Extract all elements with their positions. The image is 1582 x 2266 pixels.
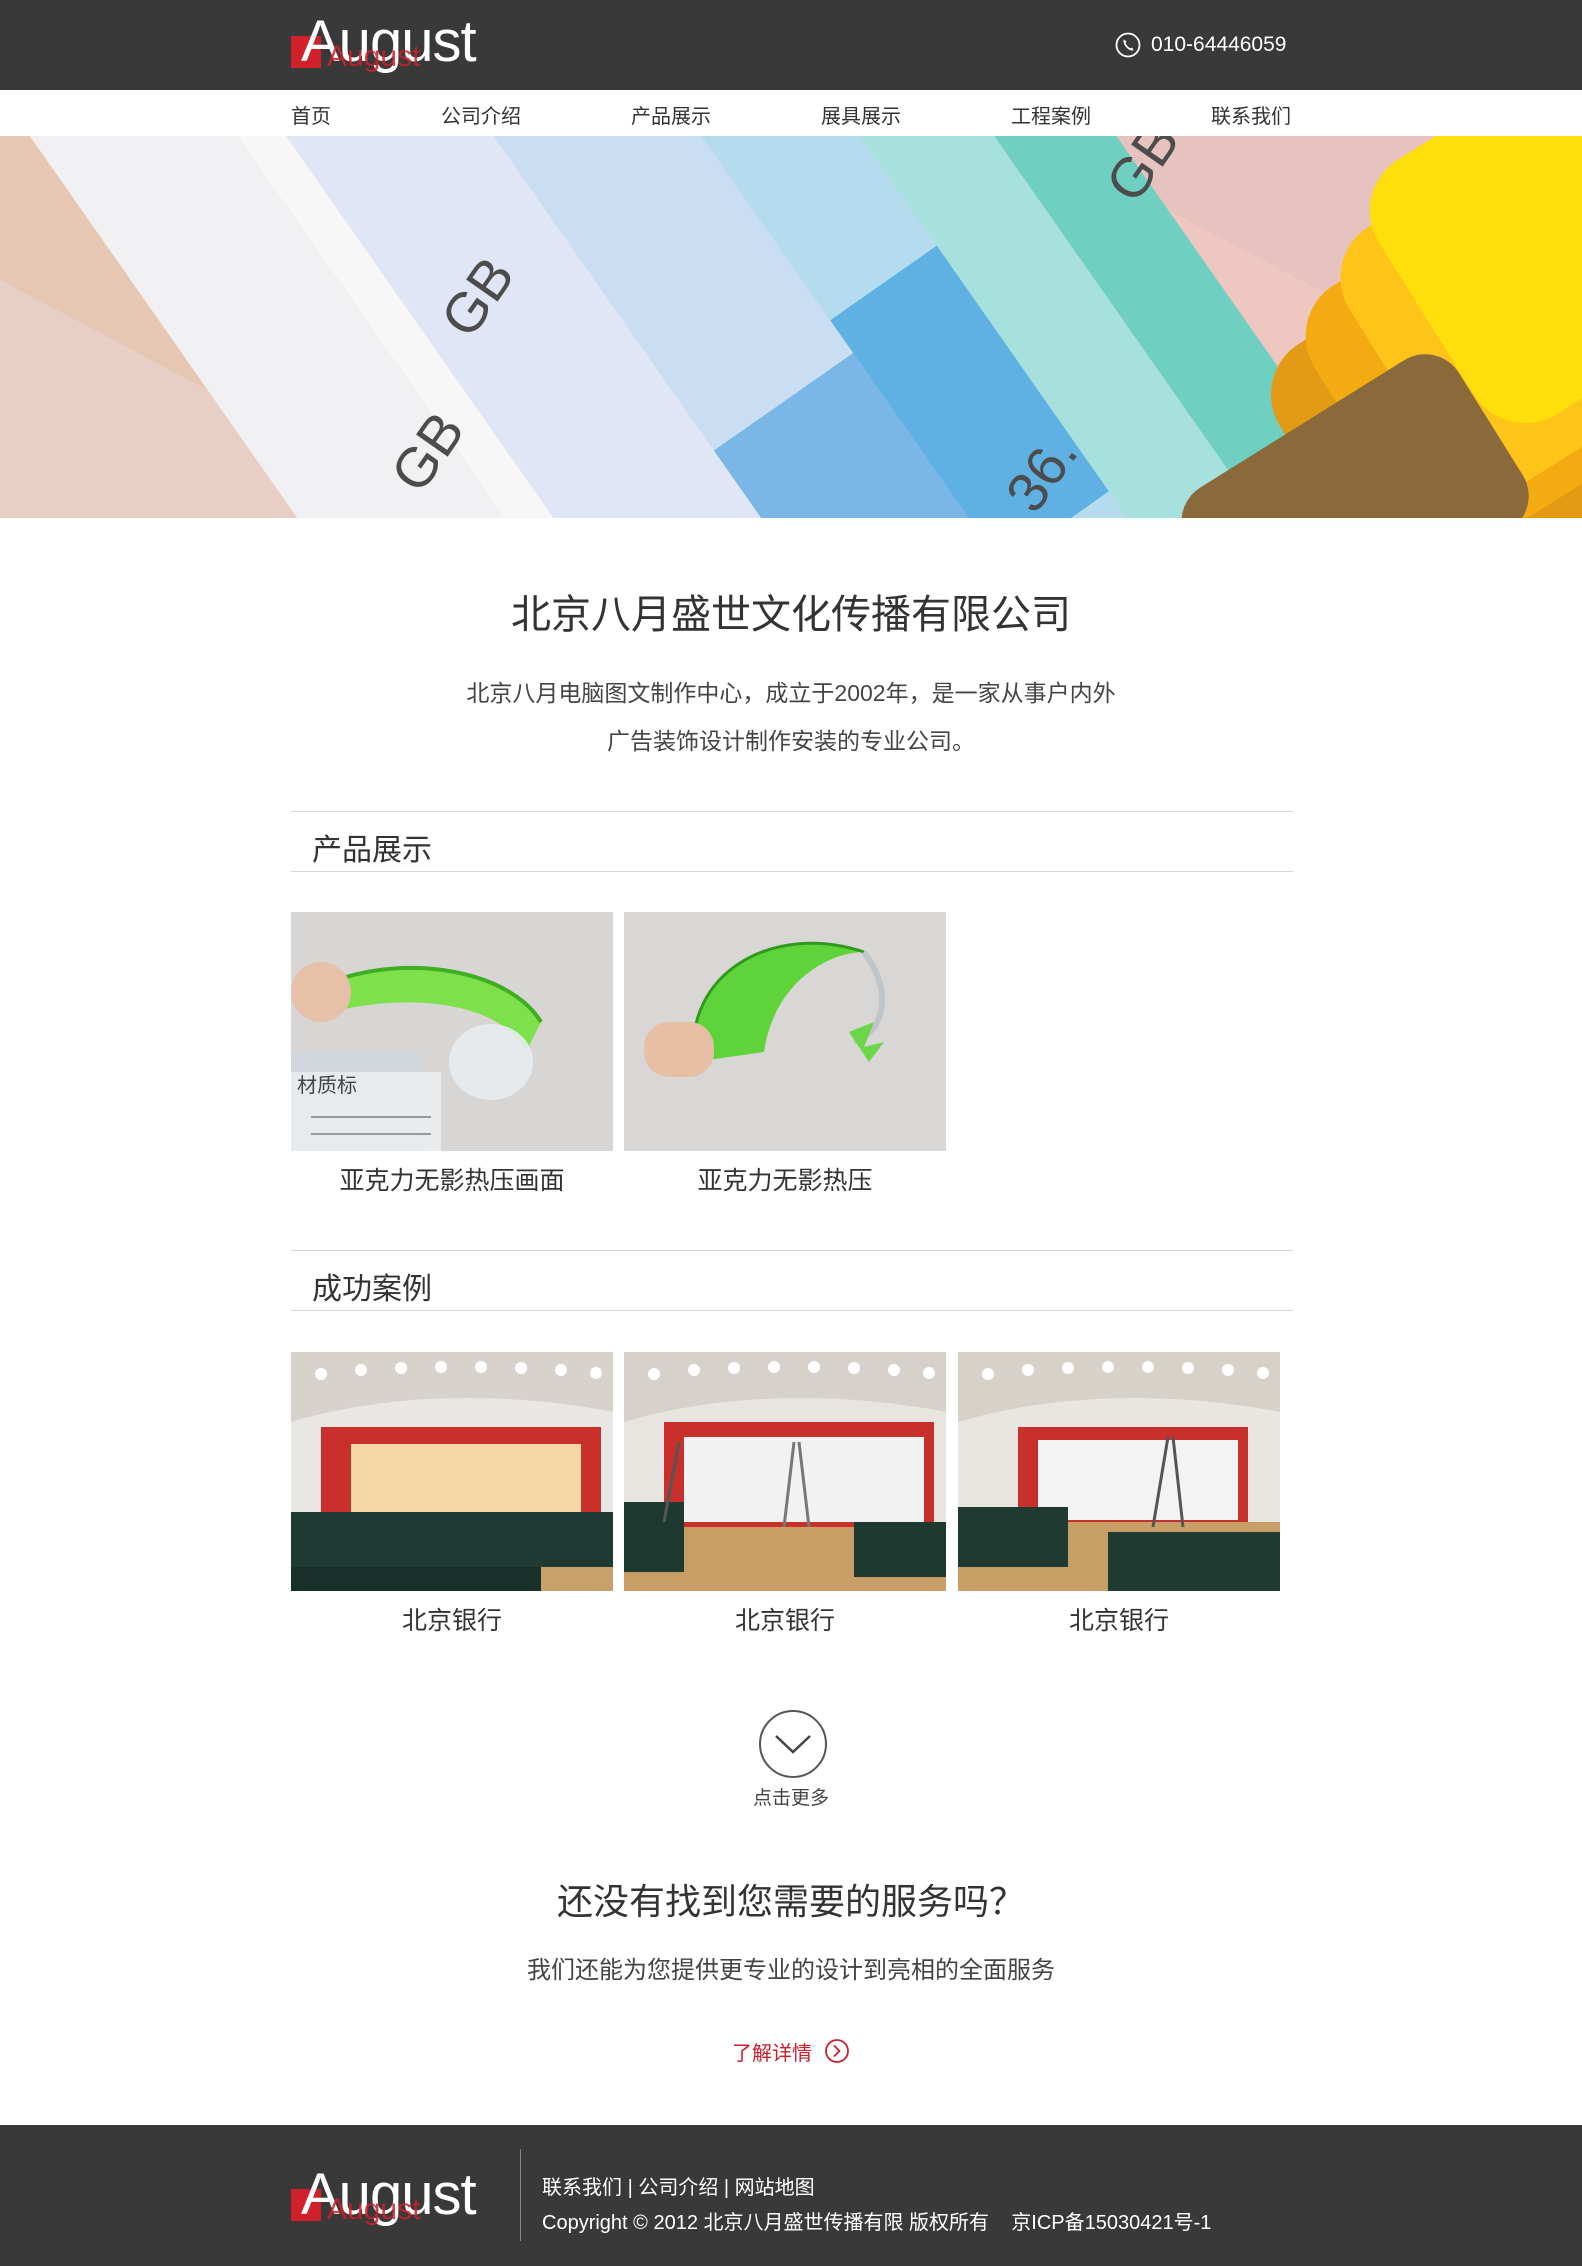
- logo-overlay-text: August: [327, 40, 421, 73]
- description-line-2: 广告装饰设计制作安装的专业公司。: [607, 728, 975, 754]
- copyright-text: Copyright © 2012 北京八月盛世传播有限 版权所有: [542, 2212, 990, 2234]
- svg-text:材质标: 材质标: [297, 1074, 357, 1097]
- load-more-button[interactable]: [759, 1710, 827, 1778]
- footer-links: 联系我们 | 公司介绍 | 网站地图: [542, 2171, 815, 2200]
- nav-item-about[interactable]: 公司介绍: [441, 100, 521, 129]
- footer-link-sitemap[interactable]: 网站地图: [735, 2177, 815, 2199]
- case-caption[interactable]: 北京银行: [958, 1601, 1280, 1637]
- phone-contact: 010-64446059: [1115, 30, 1286, 60]
- phone-number: 010-64446059: [1151, 33, 1287, 56]
- case-card[interactable]: 北京银行: [291, 1352, 613, 1637]
- products-section-header: 产品展示: [291, 811, 1293, 872]
- cases-heading: 成功案例: [312, 1273, 432, 1306]
- product-image[interactable]: [624, 912, 946, 1151]
- chevron-right-circle-icon: [825, 2039, 849, 2063]
- company-description: 北京八月电脑图文制作中心，成立于2002年，是一家从事户内外 广告装饰设计制作安…: [391, 669, 1191, 765]
- case-caption[interactable]: 北京银行: [624, 1601, 946, 1637]
- product-card[interactable]: 材质标 亚克力无影热压画面: [291, 912, 613, 1197]
- product-caption[interactable]: 亚克力无影热压画面: [291, 1161, 613, 1197]
- nav-item-home[interactable]: 首页: [291, 100, 331, 129]
- hero-banner: GB GB B 2 GB 36.: [0, 136, 1582, 518]
- top-bar: August August 010-64446059: [0, 0, 1582, 90]
- learn-more-link[interactable]: 了解详情: [732, 2036, 850, 2066]
- footer-divider: [520, 2149, 521, 2241]
- footer-separator: |: [723, 2177, 730, 2199]
- cta-subtitle: 我们还能为您提供更专业的设计到亮相的全面服务: [527, 1957, 1055, 1984]
- footer-link-contact[interactable]: 联系我们: [542, 2177, 622, 2199]
- footer-logo[interactable]: August August: [291, 2163, 511, 2233]
- nav-item-cases[interactable]: 工程案例: [1011, 100, 1091, 129]
- case-image[interactable]: [624, 1352, 946, 1591]
- footer-separator: |: [627, 2177, 633, 2199]
- main-nav: 首页 公司介绍 产品展示 展具展示 工程案例 联系我们: [0, 90, 1582, 136]
- nav-item-exhibits[interactable]: 展具展示: [821, 100, 901, 129]
- logo[interactable]: August August: [291, 10, 511, 80]
- color-swatch-image: GB GB B 2 GB 36.: [0, 136, 1582, 518]
- product-caption[interactable]: 亚克力无影热压: [624, 1161, 946, 1197]
- cta-title: 还没有找到您需要的服务吗？: [556, 1881, 1025, 1922]
- phone-icon: [1115, 32, 1141, 58]
- case-card[interactable]: 北京银行: [624, 1352, 946, 1637]
- learn-more-label: 了解详情: [732, 2042, 812, 2065]
- footer-link-about[interactable]: 公司介绍: [638, 2177, 718, 2199]
- case-image[interactable]: [291, 1352, 613, 1591]
- chevron-down-icon: [775, 1735, 811, 1754]
- case-image[interactable]: [958, 1352, 1280, 1591]
- case-card[interactable]: 北京银行: [958, 1352, 1280, 1637]
- product-card[interactable]: 亚克力无影热压: [624, 912, 946, 1197]
- case-caption[interactable]: 北京银行: [291, 1601, 613, 1637]
- company-title: 北京八月盛世文化传播有限公司: [511, 593, 1071, 637]
- nav-item-products[interactable]: 产品展示: [631, 100, 711, 129]
- icp-number: 京ICP备15030421号-1: [1011, 2212, 1212, 2234]
- load-more-label[interactable]: 点击更多: [0, 1783, 1582, 1810]
- products-heading: 产品展示: [312, 834, 432, 867]
- product-image[interactable]: 材质标: [291, 912, 613, 1151]
- nav-item-contact[interactable]: 联系我们: [1211, 100, 1291, 129]
- logo-overlay-text: August: [327, 2193, 421, 2226]
- cases-section-header: 成功案例: [291, 1250, 1293, 1311]
- footer-copyright-line: Copyright © 2012 北京八月盛世传播有限 版权所有 京ICP备15…: [542, 2206, 1211, 2235]
- site-footer: August August 联系我们 | 公司介绍 | 网站地图 Copyrig…: [0, 2125, 1582, 2266]
- description-line-1: 北京八月电脑图文制作中心，成立于2002年，是一家从事户内外: [466, 680, 1116, 706]
